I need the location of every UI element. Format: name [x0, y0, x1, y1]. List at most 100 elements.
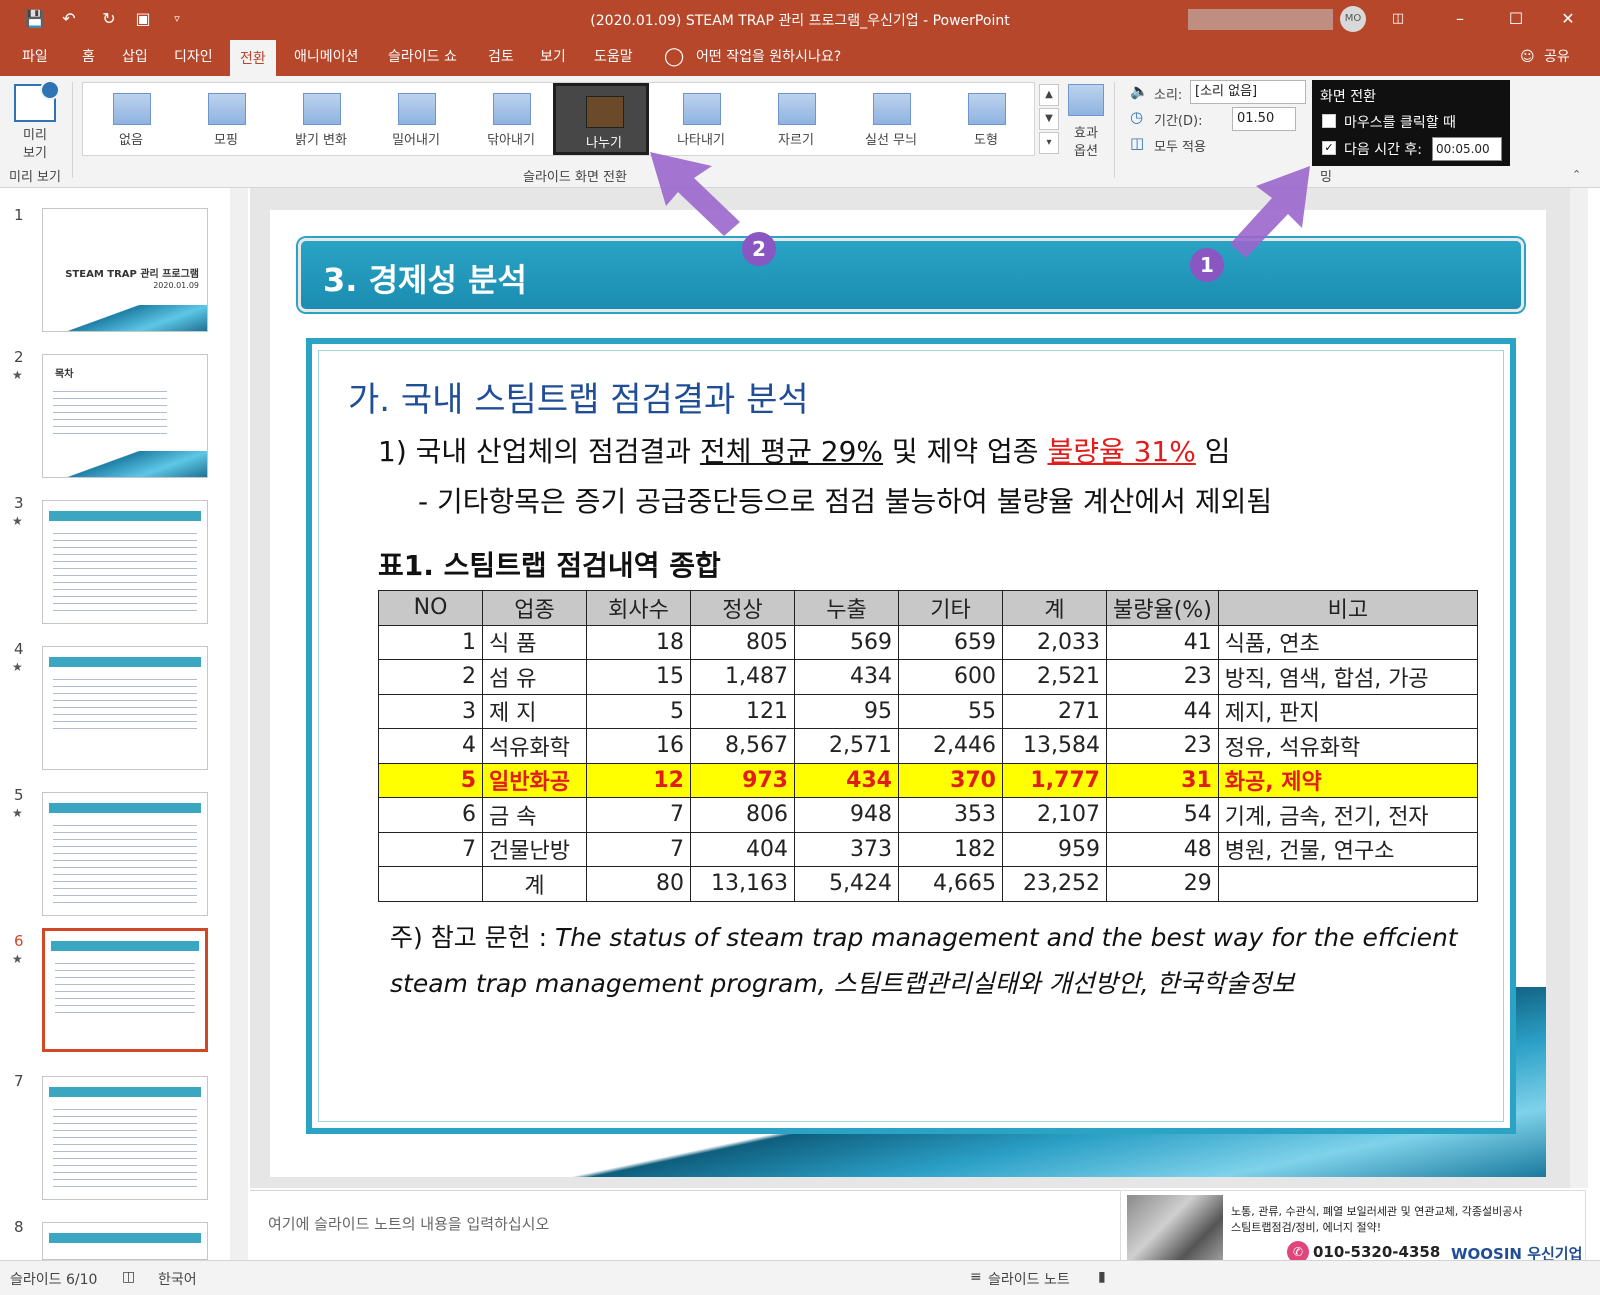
tab-slideshow[interactable]: 슬라이드 쇼 [388, 38, 457, 76]
transition-split[interactable]: 나누기 [553, 83, 649, 155]
tab-transitions[interactable]: 전환 [230, 38, 276, 76]
after-time-checkbox[interactable]: ✓ [1322, 141, 1336, 155]
preview-label-2[interactable]: 보기 [10, 142, 60, 161]
transition-wipe[interactable]: 닦아내기 [463, 83, 559, 155]
on-click-checkbox[interactable] [1322, 114, 1336, 128]
slide-thumb-6[interactable] [42, 928, 208, 1052]
avatar[interactable]: MO [1340, 6, 1366, 32]
slide-thumb-1[interactable]: STEAM TRAP 관리 프로그램 2020.01.09 [42, 208, 208, 332]
effect-options-label-1[interactable]: 효과 [1064, 122, 1108, 141]
slide-thumb-5[interactable] [42, 792, 208, 916]
thumbnail-scrollbar[interactable] [230, 188, 248, 1260]
gallery-down-icon[interactable]: ▼ [1039, 108, 1059, 130]
notes-toggle[interactable]: 슬라이드 노트 [988, 1269, 1070, 1289]
table-cell: 제지, 판지 [1217, 693, 1479, 729]
transition-fade[interactable]: 밝기 변화 [273, 83, 369, 155]
spellcheck-icon[interactable]: ◫ [122, 1269, 135, 1285]
slide-thumb-7[interactable] [42, 1076, 208, 1200]
close-button[interactable]: ✕ [1548, 4, 1588, 34]
apply-all-button[interactable]: 모두 적용 [1154, 136, 1206, 155]
comments-icon[interactable]: ▮ [1098, 1269, 1106, 1285]
table-cell: 600 [898, 659, 1003, 695]
redo-icon[interactable]: ↻ [98, 8, 120, 30]
share-icon[interactable]: ☺ [1520, 38, 1535, 76]
after-time-input[interactable]: 00:05.00 [1432, 137, 1502, 161]
tab-insert[interactable]: 삽입 [122, 38, 148, 76]
table-cell: 4 [378, 728, 483, 764]
slide-header-banner[interactable]: 3. 경제성 분석 [298, 238, 1524, 312]
slide-thumb-3[interactable] [42, 500, 208, 624]
tab-home[interactable]: 홈 [82, 38, 95, 76]
undo-icon[interactable]: ↶ [58, 8, 80, 30]
collapse-ribbon-icon[interactable]: ⌃ [1572, 168, 1581, 181]
table-cell: 기계, 금속, 전기, 전자 [1217, 797, 1479, 833]
table-cell: 23 [1106, 728, 1219, 764]
preview-label-1[interactable]: 미리 [10, 124, 60, 143]
share-button[interactable]: 공유 [1544, 38, 1570, 76]
transition-push[interactable]: 밀어내기 [368, 83, 464, 155]
summary-line[interactable]: 1) 국내 산업체의 점검결과 전체 평균 29% 및 제약 업종 불량율 31… [378, 430, 1231, 470]
table-row: 5 일반화공 12 973 434 370 1,777 31 화공, 제약 [378, 762, 1479, 798]
table-cell: 659 [898, 624, 1003, 660]
tab-view[interactable]: 보기 [540, 38, 566, 76]
tab-help[interactable]: 도움말 [594, 38, 633, 76]
slide-thumb-4[interactable] [42, 646, 208, 770]
transition-reveal-label: 나타내기 [677, 133, 725, 148]
reference-note[interactable]: 주) 참고 문헌 : The status of steam trap mana… [390, 918, 1458, 954]
column-header: 계 [1002, 590, 1107, 626]
present-icon[interactable]: ▣ [132, 8, 154, 30]
callout-badge-1: 1 [1190, 248, 1224, 282]
thumb-header-bar [49, 657, 201, 667]
table-cell: 병원, 건물, 연구소 [1217, 831, 1479, 867]
tell-me-input[interactable]: 어떤 작업을 원하시나요? [696, 38, 841, 76]
ribbon-display-icon[interactable]: ◫ [1378, 4, 1418, 34]
transition-shape[interactable]: 도형 [938, 83, 1034, 155]
table-cell: 8,567 [690, 728, 795, 764]
reference-note-line2[interactable]: steam trap management program, 스팀트랩관리실태와… [390, 964, 1294, 1000]
title-bar: 💾 ↶ ↻ ▣ ▿ (2020.01.09) STEAM TRAP 관리 프로그… [0, 0, 1600, 38]
table-cell: 23 [1106, 659, 1219, 695]
tab-file[interactable]: 파일 [22, 38, 48, 76]
transition-none[interactable]: 없음 [83, 83, 179, 155]
notes-icon[interactable]: ≡ [970, 1269, 982, 1285]
preview-icon[interactable] [14, 80, 60, 122]
sound-select[interactable]: [소리 없음] [1190, 80, 1306, 104]
effect-options-label-2[interactable]: 옵션 [1064, 140, 1108, 159]
language-indicator[interactable]: 한국어 [158, 1269, 197, 1289]
transition-morph[interactable]: 모핑 [178, 83, 274, 155]
ribbon-divider [1114, 82, 1115, 178]
transition-morph-icon [208, 93, 246, 125]
thumb-number: 1 [14, 206, 24, 224]
table-row: 7 건물난방 7 404 373 182 959 48 병원, 건물, 연구소 [378, 831, 1479, 867]
transition-random-bars[interactable]: 실선 무늬 [843, 83, 939, 155]
thumb-text-lines [53, 385, 167, 437]
gallery-up-icon[interactable]: ▲ [1039, 84, 1059, 106]
slide-thumb-8[interactable] [42, 1222, 208, 1260]
tab-design[interactable]: 디자인 [174, 38, 213, 76]
slide-scrollbar[interactable] [1570, 188, 1588, 1188]
slide-thumb-2[interactable]: 목차 [42, 354, 208, 478]
table-cell: 95 [794, 693, 899, 729]
tab-review[interactable]: 검토 [488, 38, 514, 76]
inspection-table[interactable]: NO 업종 회사수 정상 누출 기타 계 불량율(%) 비고 1식 품 18 805… [378, 590, 1479, 902]
transition-reveal[interactable]: 나타내기 [653, 83, 749, 155]
maximize-button[interactable]: ☐ [1496, 4, 1536, 34]
table-cell: 41 [1106, 624, 1219, 660]
table-title[interactable]: 표1. 스팀트랩 점검내역 종합 [378, 544, 721, 584]
effect-options-icon[interactable] [1068, 84, 1104, 116]
table-cell: 금 속 [482, 797, 587, 833]
transition-cut[interactable]: 자르기 [748, 83, 844, 155]
ad-phone-number: 010-5320-4358 [1313, 1243, 1441, 1261]
table-cell: 806 [690, 797, 795, 833]
slide-subtitle[interactable]: 가. 국내 스팀트랩 점검결과 분석 [348, 372, 809, 421]
gallery-more-icon[interactable]: ▾ [1039, 132, 1059, 154]
table-cell: 1,777 [1002, 762, 1107, 798]
save-icon[interactable]: 💾 [24, 8, 46, 30]
exclusion-note[interactable]: - 기타항목은 증기 공급중단등으로 점검 불능하여 불량율 계산에서 제외됨 [418, 480, 1272, 520]
minimize-button[interactable]: – [1440, 4, 1480, 34]
notes-pane[interactable]: 여기에 슬라이드 노트의 내용을 입력하십시오 [250, 1190, 1120, 1260]
tab-animations[interactable]: 애니메이션 [294, 38, 358, 76]
duration-input[interactable]: 01.50 [1232, 107, 1296, 131]
summary-text: 임 [1195, 435, 1231, 468]
customize-icon[interactable]: ▿ [166, 8, 188, 30]
